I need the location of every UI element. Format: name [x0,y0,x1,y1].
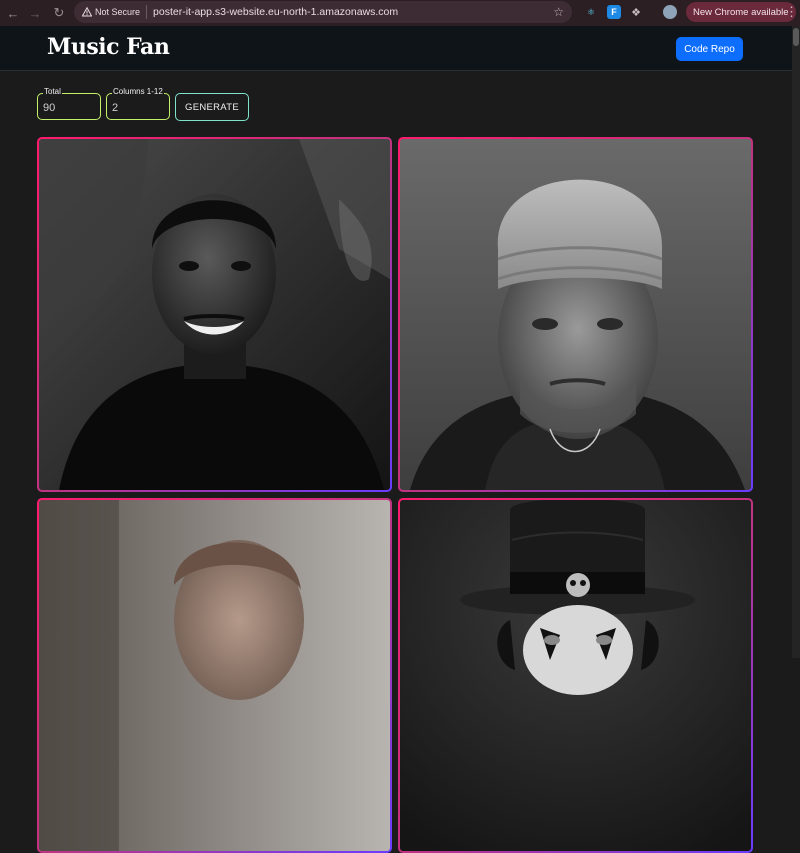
generate-button[interactable]: GENERATE [175,93,249,121]
forward-icon[interactable]: → [24,2,46,24]
bookmark-star-icon[interactable]: ☆ [553,5,564,19]
smiling-man-portrait [39,139,390,490]
browser-toolbar: ← → ↻ Not Secure poster-it-app.s3-websit… [0,0,800,26]
reload-icon[interactable]: ↻ [48,2,70,24]
poster-image [400,139,751,490]
warning-icon [82,7,92,17]
poster-card[interactable] [398,498,753,853]
address-bar[interactable]: Not Secure poster-it-app.s3-website.eu-n… [74,1,572,23]
poster-image [400,500,751,851]
total-field: Total [37,87,101,120]
total-input[interactable] [38,94,100,119]
man-in-top-hat-skull-band-portrait [400,500,751,851]
extension-icon[interactable]: F [607,5,621,19]
poster-card[interactable] [37,137,392,492]
poster-card[interactable] [37,498,392,853]
scrollbar-thumb[interactable] [793,28,799,46]
back-icon[interactable]: ← [2,2,24,24]
columns-input[interactable] [107,94,169,119]
poster-image [39,500,390,851]
poster-image [39,139,390,490]
not-secure-label: Not Secure [95,7,141,17]
menu-kebab-icon[interactable]: ⋮ [785,4,798,20]
url-text[interactable]: poster-it-app.s3-website.eu-north-1.amaz… [153,6,398,18]
app-header: Music Fan Code Repo [0,26,792,71]
total-label: Total [43,87,62,97]
new-chrome-available-button[interactable]: New Chrome available [686,2,796,22]
columns-label: Columns 1-12 [112,87,164,97]
react-devtools-icon[interactable]: ⚛ [584,5,598,19]
code-repo-button[interactable]: Code Repo [676,37,743,61]
page-scrollbar[interactable] [792,26,800,658]
profile-avatar-icon[interactable] [663,5,677,19]
puzzle-icon[interactable]: ❖ [629,5,643,19]
app-title: Music Fan [47,34,170,60]
columns-field: Columns 1-12 [106,87,170,120]
man-in-knit-beanie-portrait [400,139,751,490]
poster-card[interactable] [398,137,753,492]
man-looking-down-portrait [39,500,390,851]
not-secure-badge[interactable]: Not Secure [82,5,148,19]
